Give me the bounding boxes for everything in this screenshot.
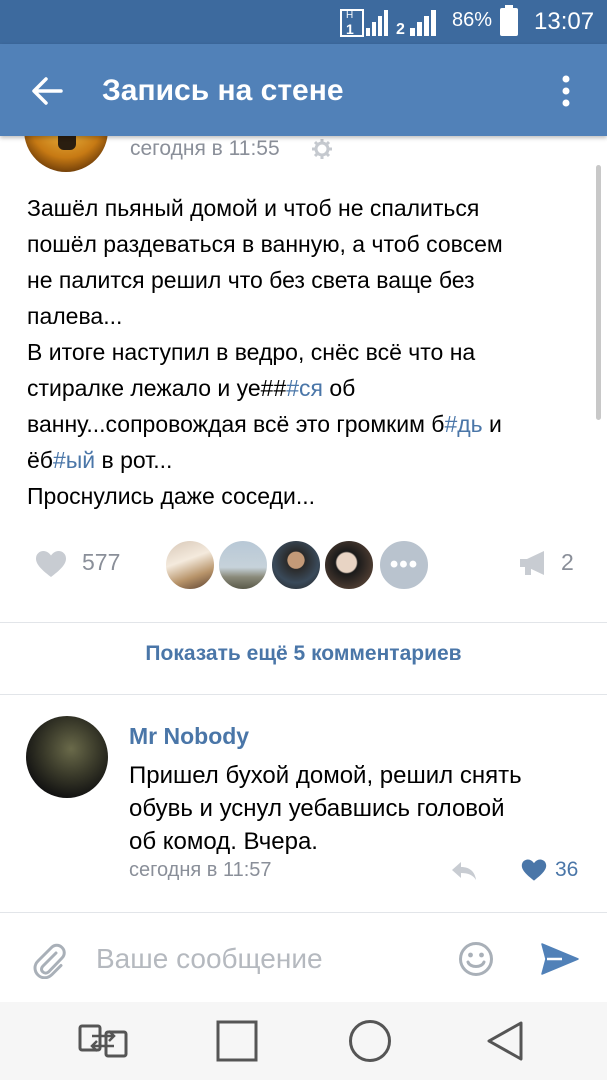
- post-text-segment: палева...: [27, 303, 123, 329]
- megaphone-icon[interactable]: [518, 549, 550, 577]
- post-text-line: ванну...сопровождая всё это громким б#дь…: [27, 406, 567, 442]
- comment-text-line: об комод. Вчера.: [129, 828, 318, 855]
- paperclip-icon[interactable]: [32, 943, 66, 979]
- more-vertical-icon[interactable]: [556, 72, 576, 110]
- reply-icon[interactable]: [450, 861, 478, 881]
- post-text-line: ёб#ый в рот...: [27, 442, 567, 478]
- post-text-segment: Проснулись даже соседи...: [27, 483, 316, 509]
- post-text-segment: в рот...: [95, 447, 173, 473]
- post-text-line: Зашёл пьяный домой и чтоб не спалиться: [27, 190, 567, 226]
- post-timestamp: сегодня в 11:55: [130, 137, 280, 160]
- message-input[interactable]: [96, 941, 436, 977]
- sim2-signal-icon: 2: [396, 10, 436, 38]
- post-likes-count[interactable]: 577: [82, 549, 120, 576]
- comment-text: Пришел бухой домой, решил снять обувь и …: [129, 759, 579, 858]
- scrollbar[interactable]: [596, 165, 601, 420]
- more-likers-button[interactable]: •••: [378, 539, 430, 591]
- arrow-left-icon[interactable]: [30, 74, 64, 108]
- app-bar: Запись на стене: [0, 44, 607, 136]
- svg-text:2: 2: [396, 21, 405, 38]
- status-bar: 1 H 2 86% 13:07: [0, 0, 607, 44]
- divider: [0, 622, 607, 623]
- divider: [0, 694, 607, 695]
- clock: 13:07: [534, 8, 595, 35]
- post-text-line: не палится решил что без света ваще без: [27, 262, 567, 298]
- comment-likes-count[interactable]: 36: [555, 858, 578, 882]
- message-composer: [0, 912, 607, 1003]
- post-text-segment: В итоге наступил в ведро, снёс всё что н…: [27, 339, 476, 365]
- comment-author-name[interactable]: Mr Nobody: [129, 723, 249, 750]
- post-text-segment: ёб: [27, 447, 53, 473]
- liker-avatar[interactable]: [217, 539, 269, 591]
- heart-icon[interactable]: [35, 550, 67, 578]
- liker-avatar[interactable]: [164, 539, 216, 591]
- post-text-segment: и: [482, 411, 502, 437]
- post-shares-count[interactable]: 2: [561, 549, 574, 576]
- page-title: Запись на стене: [102, 74, 344, 107]
- heart-icon[interactable]: [521, 858, 547, 882]
- switch-sim-icon[interactable]: [78, 1022, 128, 1060]
- post-text-line: палева...: [27, 298, 567, 334]
- sim1-signal-icon: 1 H: [340, 9, 388, 37]
- svg-text:1: 1: [346, 21, 354, 37]
- hashtag-link[interactable]: #ся: [286, 375, 323, 401]
- post-text-line: стиралке лежало и уе###ся об: [27, 370, 567, 406]
- comment-author-avatar[interactable]: [26, 716, 108, 798]
- hashtag-link[interactable]: #ый: [53, 447, 95, 473]
- liker-avatar[interactable]: [323, 539, 375, 591]
- svg-text:H: H: [346, 10, 353, 21]
- post-text-segment: стиралке лежало и уе##: [27, 375, 287, 401]
- post-text-segment: ванну...сопровождая всё это громким б: [27, 411, 445, 437]
- gear-icon[interactable]: [312, 139, 332, 159]
- post-text-segment: Зашёл пьяный домой и чтоб не спалиться: [27, 195, 480, 221]
- show-more-comments-link[interactable]: Показать ещё 5 комментариев: [0, 642, 607, 666]
- post-text-segment: об: [322, 375, 356, 401]
- post-text-line: Проснулись даже соседи...: [27, 478, 567, 514]
- comment-text-line: Пришел бухой домой, решил снять: [129, 762, 522, 789]
- liker-avatar[interactable]: [270, 539, 322, 591]
- home-icon[interactable]: [348, 1019, 392, 1063]
- recent-apps-icon[interactable]: [216, 1020, 258, 1062]
- send-icon[interactable]: [540, 942, 580, 976]
- post-text-line: В итоге наступил в ведро, снёс всё что н…: [27, 334, 567, 370]
- battery-percent: 86%: [452, 9, 493, 31]
- smile-icon[interactable]: [458, 941, 494, 977]
- battery-icon: [500, 5, 518, 36]
- post-text-segment: пошёл раздеваться в ванную, а чтоб совсе…: [27, 231, 503, 257]
- comment-timestamp: сегодня в 11:57: [129, 859, 272, 881]
- post-text: Зашёл пьяный домой и чтоб не спалиться по…: [27, 190, 567, 514]
- back-triangle-icon[interactable]: [486, 1020, 524, 1062]
- post-text-line: пошёл раздеваться в ванную, а чтоб совсе…: [27, 226, 567, 262]
- system-navigation-bar: [0, 1002, 607, 1080]
- hashtag-link[interactable]: #дь: [444, 411, 482, 437]
- post-text-segment: не палится решил что без света ваще без: [27, 267, 475, 293]
- comment-text-line: обувь и уснул уебавшись головой: [129, 795, 505, 822]
